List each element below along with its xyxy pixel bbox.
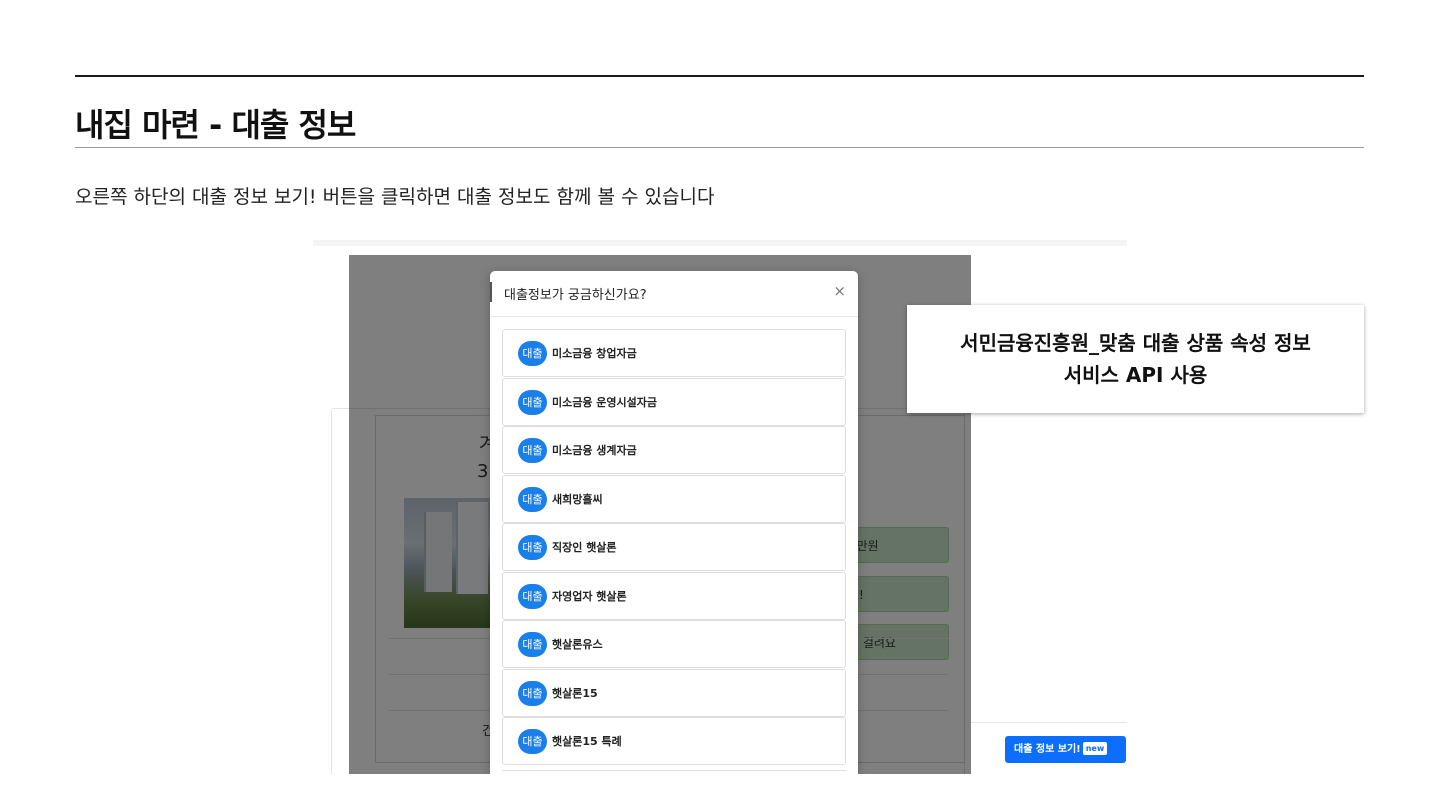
loan-name: 미소금융 운영시설자금: [552, 396, 658, 409]
loan-list-item[interactable]: 대출 햇살론15: [502, 669, 846, 717]
page-title: 내집 마련 - 대출 정보: [75, 106, 356, 144]
loan-badge: 대출: [518, 438, 547, 463]
loan-badge: 대출: [518, 535, 547, 560]
loan-list-item[interactable]: 대출 햇살론15 특례: [502, 717, 846, 765]
loan-list-item[interactable]: 대출 햇살론유스: [502, 620, 846, 668]
loan-info-modal: 대출정보가 궁금하신가요? × 대출 미소금융 창업자금 대출 미소금융 운영시…: [490, 271, 858, 774]
loan-info-button[interactable]: 대출 정보 보기! new: [1005, 736, 1126, 763]
top-divider: [75, 75, 1364, 77]
modal-header: 대출정보가 궁금하신가요? ×: [490, 271, 858, 317]
loan-name: 햇살론유스: [552, 638, 603, 651]
loan-list-item[interactable]: 대출 자영업자 햇살론: [502, 572, 846, 620]
callout-line: 서비스 API 사용: [1063, 363, 1208, 387]
screenshot-top-bar: [313, 240, 1127, 246]
loan-badge: 대출: [518, 584, 547, 609]
side-divider: [971, 722, 1127, 723]
loan-list-item[interactable]: 대출 미소금융 창업자금: [502, 329, 846, 377]
loan-name: 햇살론15 특례: [552, 735, 622, 748]
loan-list-item[interactable]: 대출 직장인 햇살론: [502, 523, 846, 571]
loan-name: 새희망홀씨: [552, 493, 603, 506]
loan-badge: 대출: [518, 632, 547, 657]
loan-name: 자영업자 햇살론: [552, 590, 627, 603]
callout-line: 서민금융진흥원_맞춤 대출 상품 속성 정보: [960, 331, 1311, 355]
new-badge: new: [1082, 742, 1108, 755]
loan-badge: 대출: [518, 681, 547, 706]
loan-name: 햇살론15: [552, 687, 598, 700]
loan-badge: 대출: [518, 341, 547, 366]
loan-list-item[interactable]: 대출 미소금융 운영시설자금: [502, 378, 846, 426]
loan-name: 미소금융 생계자금: [552, 444, 637, 457]
loan-name: 직장인 햇살론: [552, 541, 617, 554]
modal-title: 대출정보가 궁금하신가요?: [504, 288, 647, 303]
loan-badge: 대출: [518, 729, 547, 754]
loan-info-button-label: 대출 정보 보기!: [1014, 744, 1081, 755]
loan-list-item[interactable]: [502, 770, 846, 774]
close-icon[interactable]: ×: [833, 282, 846, 300]
loan-name: 미소금융 창업자금: [552, 347, 637, 360]
loan-list-item[interactable]: 대출 미소금융 생계자금: [502, 426, 846, 474]
loan-badge: 대출: [518, 390, 547, 415]
loan-list-item[interactable]: 대출 새희망홀씨: [502, 475, 846, 523]
text-cursor: [490, 282, 492, 302]
loan-badge: 대출: [518, 487, 547, 512]
title-divider: [75, 147, 1364, 148]
api-callout: 서민금융진흥원_맞춤 대출 상품 속성 정보 서비스 API 사용: [907, 305, 1364, 413]
page-description: 오른쪽 하단의 대출 정보 보기! 버튼을 클릭하면 대출 정보도 함께 볼 수…: [75, 186, 715, 208]
